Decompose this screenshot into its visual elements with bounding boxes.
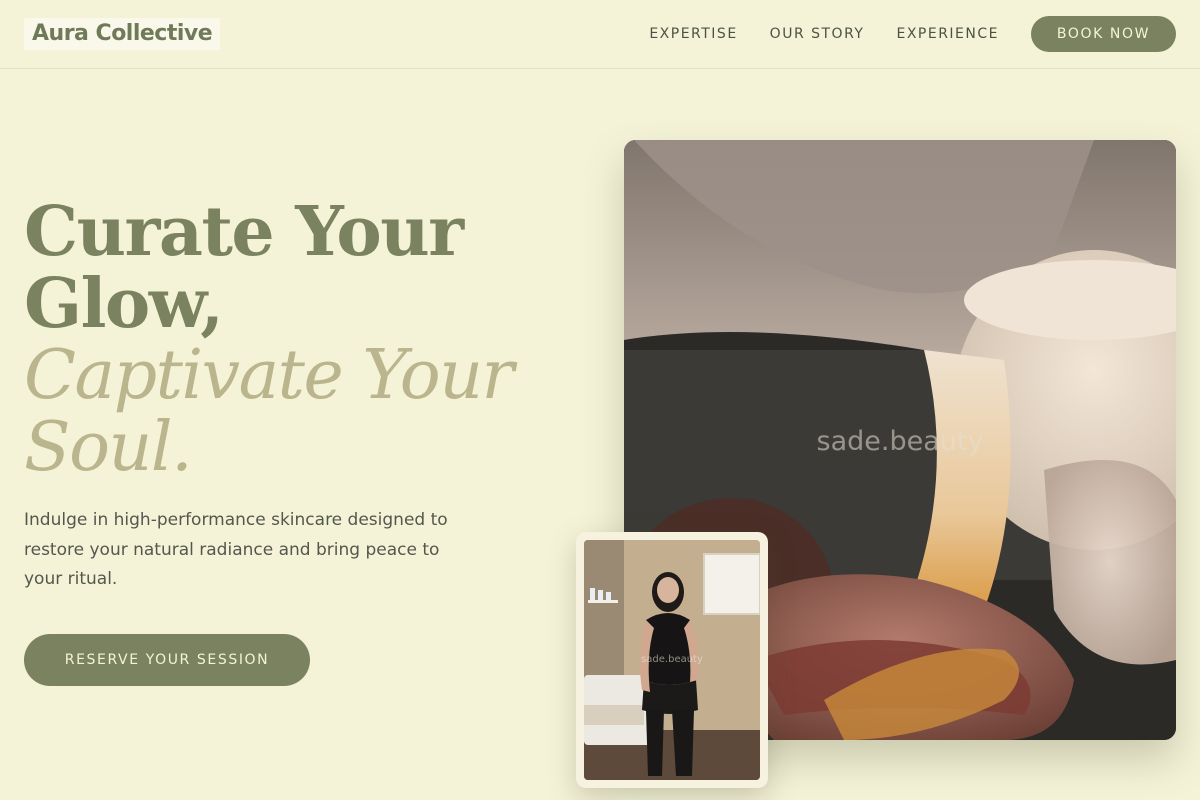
esthetician-portrait-card: sade.beauty xyxy=(576,532,768,788)
main-image-watermark: sade.beauty xyxy=(816,426,984,457)
reserve-session-button[interactable]: RESERVE YOUR SESSION xyxy=(24,634,310,686)
nav-link-expertise[interactable]: EXPERTISE xyxy=(649,26,737,42)
brand-logo[interactable]: Aura Collective xyxy=(24,18,221,50)
hero-headline: Curate Your Glow, Captivate Your Soul. xyxy=(24,196,584,484)
headline-line-2: Glow, xyxy=(24,264,224,344)
headline-line-4: Soul. xyxy=(24,408,193,487)
headline-line-1: Curate Your xyxy=(24,192,464,272)
site-header: Aura Collective EXPERTISE OUR STORY EXPE… xyxy=(0,0,1200,69)
nav-link-our-story[interactable]: OUR STORY xyxy=(770,26,865,42)
hero-description: Indulge in high-performance skincare des… xyxy=(24,510,448,589)
portrait-watermark: sade.beauty xyxy=(641,654,703,665)
esthetician-portrait-photo: sade.beauty xyxy=(584,540,760,780)
book-now-button[interactable]: BOOK NOW xyxy=(1031,16,1176,52)
main-nav: EXPERTISE OUR STORY EXPERIENCE BOOK NOW xyxy=(649,16,1176,52)
headline-line-3: Captivate Your xyxy=(24,336,514,415)
nav-link-experience[interactable]: EXPERIENCE xyxy=(896,26,999,42)
